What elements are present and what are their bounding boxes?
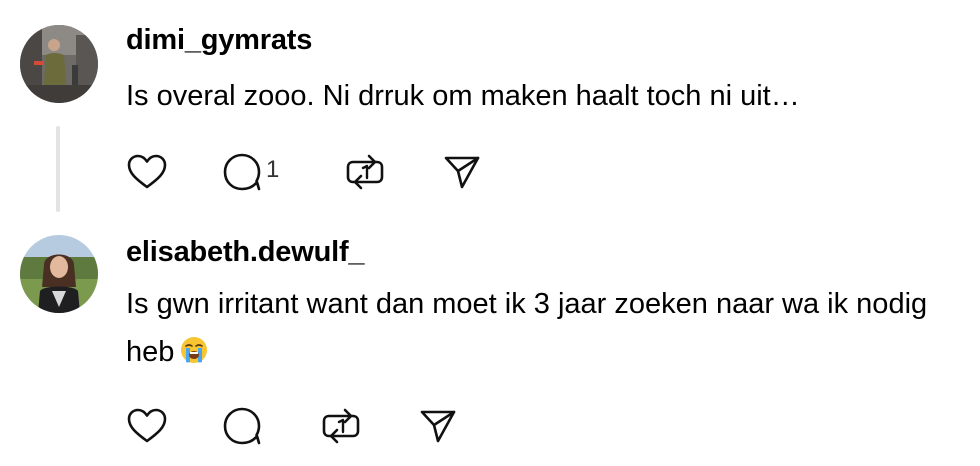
repost-icon [320,406,362,446]
reply-button[interactable] [222,404,262,448]
repost-button[interactable] [344,150,386,194]
comment-post: elisabeth.dewulf_ Is gwn irritant want d… [0,214,980,466]
reply-button[interactable]: 1 [222,150,279,194]
username[interactable]: elisabeth.dewulf_ [126,236,365,269]
avatar-gym-photo [20,25,98,103]
share-icon [442,152,482,192]
comment-icon [222,406,262,446]
comment-text: Is overal zooo. Ni drruk om maken haalt … [126,80,800,112]
repost-icon [344,152,386,192]
share-button[interactable] [442,150,482,194]
comment-icon [222,152,262,192]
comment-text: Is gwn irritant want dan moet ik 3 jaar … [126,280,976,376]
share-button[interactable] [418,404,458,448]
repost-button[interactable] [320,404,362,448]
like-button[interactable] [126,404,168,448]
comment-text-content: Is gwn irritant want dan moet ik 3 jaar … [126,288,928,368]
loudly-crying-face-emoji [180,331,208,363]
avatar[interactable] [20,25,98,103]
avatar-portrait-photo [20,235,98,313]
like-button[interactable] [126,150,168,194]
heart-icon [126,406,168,446]
avatar[interactable] [20,235,98,313]
share-icon [418,406,458,446]
thread-line [56,126,60,212]
comment-post: dimi_gymrats Is overal zooo. Ni drruk om… [0,0,980,214]
username[interactable]: dimi_gymrats [126,24,312,57]
reply-count: 1 [266,156,280,183]
heart-icon [126,152,168,192]
